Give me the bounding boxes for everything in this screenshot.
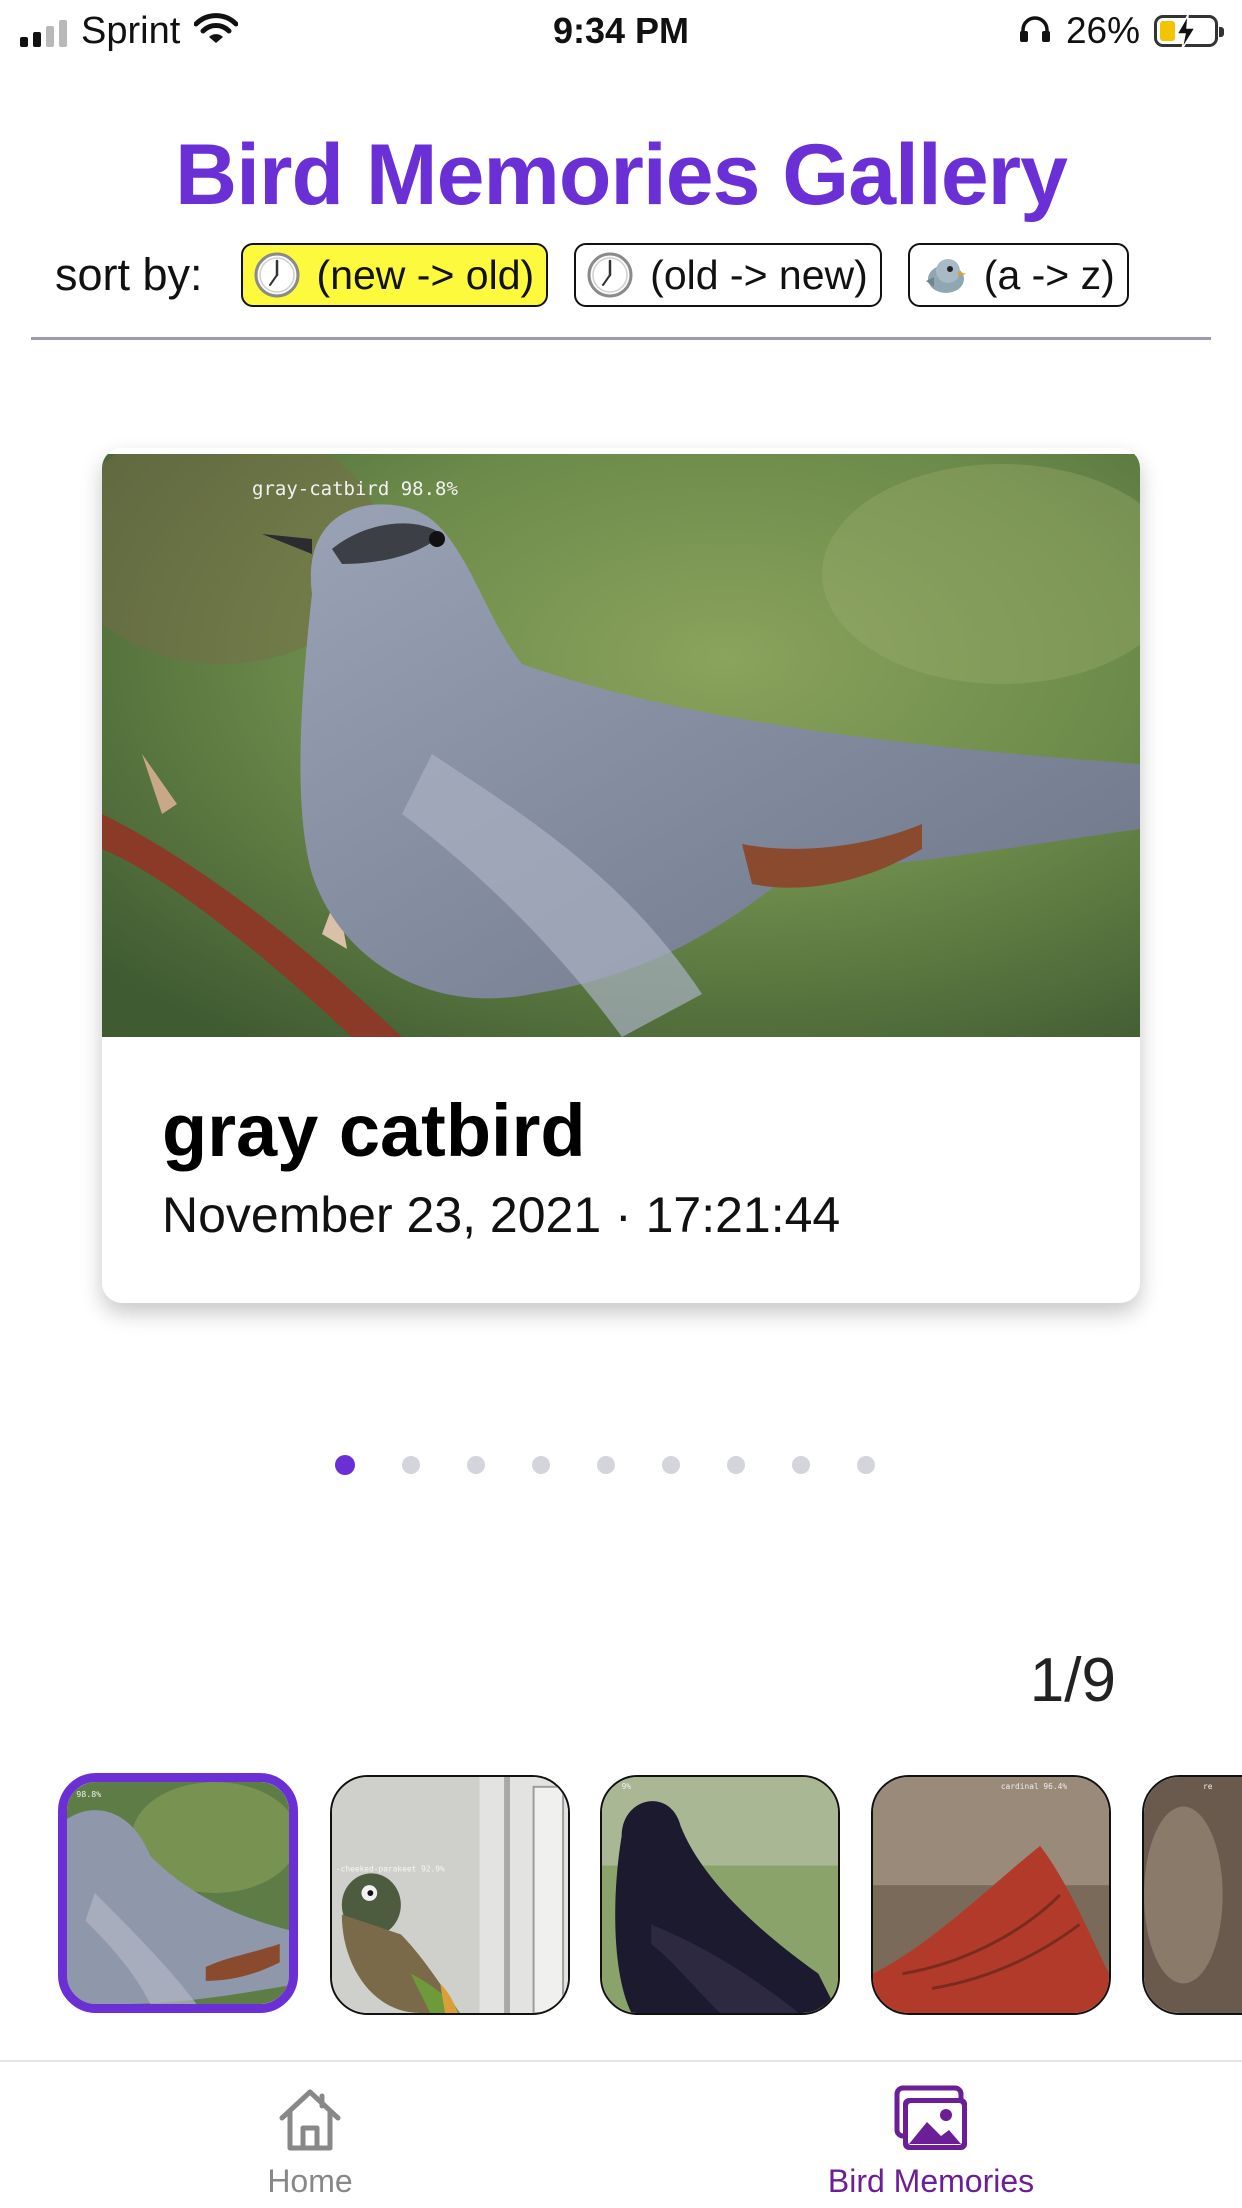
thumbnail-partial[interactable]: re — [1142, 1775, 1242, 2015]
clock-icon — [586, 251, 634, 299]
sort-new-to-old-button[interactable]: (new -> old) — [240, 243, 549, 307]
pagination-dots — [335, 1455, 875, 1475]
page-counter: 1/9 — [1029, 1646, 1116, 1715]
sort-a-to-z-button[interactable]: (a -> z) — [907, 243, 1129, 307]
detection-label: gray-catbird 98.8% — [252, 478, 458, 500]
headphones-icon — [1018, 14, 1052, 49]
sort-bar: sort by: (new -> old) (old -> new) (a ->… — [55, 243, 1155, 307]
thumbnail-gray-catbird[interactable]: 98.8% — [58, 1773, 298, 2013]
header-divider — [31, 337, 1211, 340]
page-dot[interactable] — [532, 1456, 550, 1474]
tab-bird-memories-label: Bird Memories — [827, 2163, 1035, 2199]
sort-old-to-new-button[interactable]: (old -> new) — [574, 243, 882, 307]
sort-option-label: (new -> old) — [316, 251, 535, 298]
thumbnail-crow[interactable]: 9% — [600, 1775, 840, 2015]
gallery-icon — [891, 2085, 971, 2158]
tab-bird-memories[interactable]: Bird Memories — [781, 2084, 1081, 2200]
status-bar-right: 26% — [1018, 10, 1224, 52]
battery-charging-icon — [1154, 14, 1224, 50]
thumbnail-parakeet[interactable]: -cheeked-parakeet 92.9% — [330, 1775, 570, 2015]
thumbnail-strip[interactable]: 98.8% -cheeked-parakeet 92.9% 9% cardina… — [58, 1770, 1242, 2015]
thumbnail-label: re — [1203, 1782, 1213, 1791]
bird-name: gray catbird — [162, 1089, 586, 1172]
thumbnail-label: -cheeked-parakeet 92.9% — [336, 1864, 445, 1873]
bird-photo — [102, 448, 1140, 1037]
sort-label: sort by: — [55, 249, 203, 300]
bird-date: November 23, 2021 · 17:21:44 — [162, 1187, 841, 1243]
sort-option-label: (old -> new) — [650, 251, 868, 298]
thumbnail-label: 98.8% — [76, 1789, 101, 1799]
home-icon — [274, 2089, 346, 2158]
page-dot[interactable] — [402, 1456, 420, 1474]
thumbnail-label: cardinal 96.4% — [1001, 1782, 1068, 1791]
page-dot[interactable] — [597, 1456, 615, 1474]
bird-memory-card[interactable]: gray-catbird 98.8% gray catbird November… — [102, 448, 1140, 1303]
clock-icon — [253, 251, 301, 299]
page-dot[interactable] — [335, 1455, 355, 1475]
page-title: Bird Memories Gallery — [175, 127, 1068, 223]
page-dot[interactable] — [857, 1456, 875, 1474]
bird-icon — [920, 251, 968, 299]
page-dot[interactable] — [792, 1456, 810, 1474]
tab-home[interactable]: Home — [160, 2084, 460, 2200]
page-dot[interactable] — [727, 1456, 745, 1474]
sort-option-label: (a -> z) — [983, 251, 1115, 298]
thumbnail-label: 9% — [622, 1782, 632, 1791]
page-dot[interactable] — [467, 1456, 485, 1474]
tab-home-label: Home — [267, 2163, 353, 2199]
status-bar: Sprint 9:34 PM 26% — [0, 0, 1242, 62]
thumbnail-cardinal[interactable]: cardinal 96.4% — [871, 1775, 1111, 2015]
battery-percent: 26% — [1065, 10, 1140, 51]
page-dot[interactable] — [662, 1456, 680, 1474]
tab-bar: Home Bird Memories — [0, 2060, 1242, 2208]
